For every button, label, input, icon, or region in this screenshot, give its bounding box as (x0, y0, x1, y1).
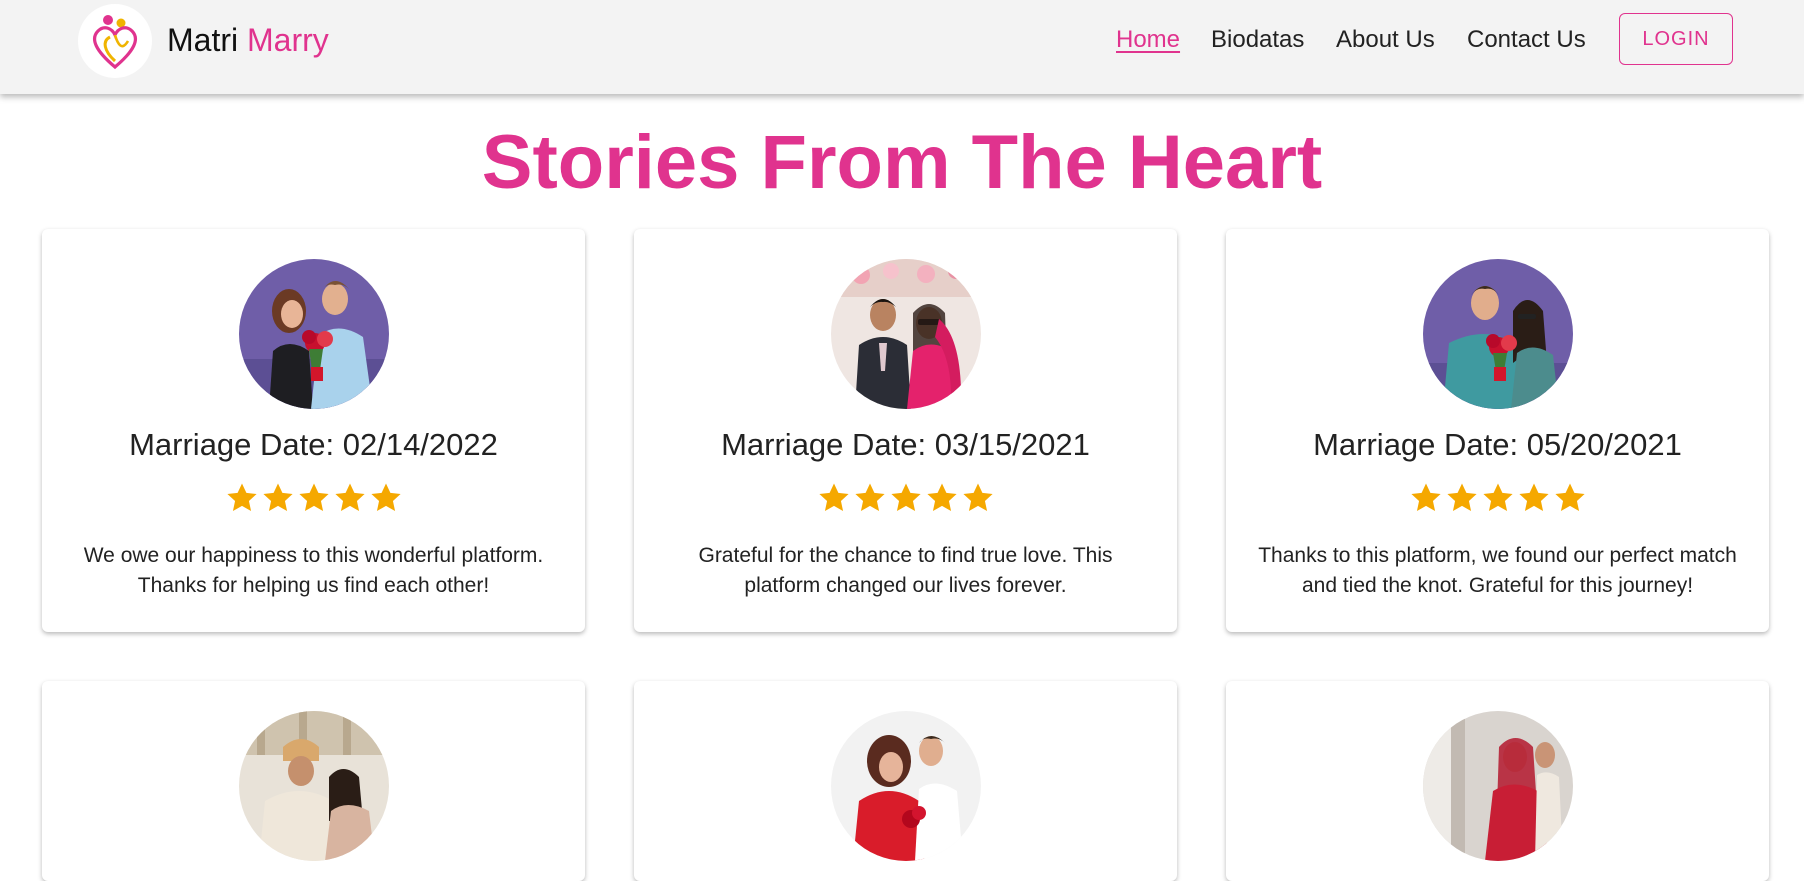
couple-photo (1422, 259, 1573, 409)
brand-name[interactable]: Matri Marry (167, 20, 329, 60)
star-icon (888, 481, 924, 515)
star-icon (332, 481, 368, 515)
nav-contact-us[interactable]: Contact Us (1467, 24, 1586, 56)
story-text: Grateful for the chance to find true lov… (698, 544, 1113, 597)
nav-about-us[interactable]: About Us (1336, 24, 1435, 56)
heart-logo-icon (93, 15, 137, 70)
star-icon (960, 481, 996, 515)
brand-second: Marry (247, 22, 329, 58)
star-icon (924, 481, 960, 515)
star-icon (852, 481, 888, 515)
page-title: Stories From The Heart (481, 120, 1323, 205)
nav-home[interactable]: Home (1116, 24, 1180, 56)
couple-photo (830, 259, 981, 409)
marriage-date: Marriage Date: 03/15/2021 (721, 427, 1090, 462)
star-icon (1516, 481, 1552, 515)
star-icon (260, 481, 296, 515)
story-card: Marriage Date: 02/14/2022 We owe our hap… (42, 229, 585, 632)
rating-stars (634, 481, 1177, 515)
star-icon (224, 481, 260, 515)
story-card: Marriage Date: 05/20/2021 Thanks to this… (1226, 229, 1769, 632)
login-button[interactable]: LOGIN (1619, 13, 1733, 65)
star-icon (296, 481, 332, 515)
rating-stars (42, 481, 585, 515)
rating-stars (1226, 481, 1769, 515)
story-text: We owe our happiness to this wonderful p… (83, 544, 544, 597)
couple-photo (1422, 711, 1573, 861)
star-icon (1552, 481, 1588, 515)
logo[interactable] (78, 4, 152, 78)
story-card: Marriage Date: 03/15/2021 Grateful for t… (634, 229, 1177, 632)
star-icon (816, 481, 852, 515)
couple-photo (830, 711, 981, 861)
marriage-date: Marriage Date: 05/20/2021 (1313, 427, 1682, 462)
brand-first: Matri (167, 22, 239, 58)
couple-photo (238, 711, 389, 861)
star-icon (368, 481, 404, 515)
marriage-date: Marriage Date: 02/14/2022 (129, 427, 498, 462)
star-icon (1408, 481, 1444, 515)
story-card (634, 681, 1177, 881)
navbar: Matri Marry Home Biodatas About Us Conta… (0, 0, 1804, 94)
story-text: Thanks to this platform, we found our pe… (1258, 544, 1737, 597)
star-icon (1480, 481, 1516, 515)
star-icon (1444, 481, 1480, 515)
story-card (42, 681, 585, 881)
couple-photo (238, 259, 389, 409)
nav-biodatas[interactable]: Biodatas (1211, 24, 1304, 56)
story-card (1226, 681, 1769, 881)
